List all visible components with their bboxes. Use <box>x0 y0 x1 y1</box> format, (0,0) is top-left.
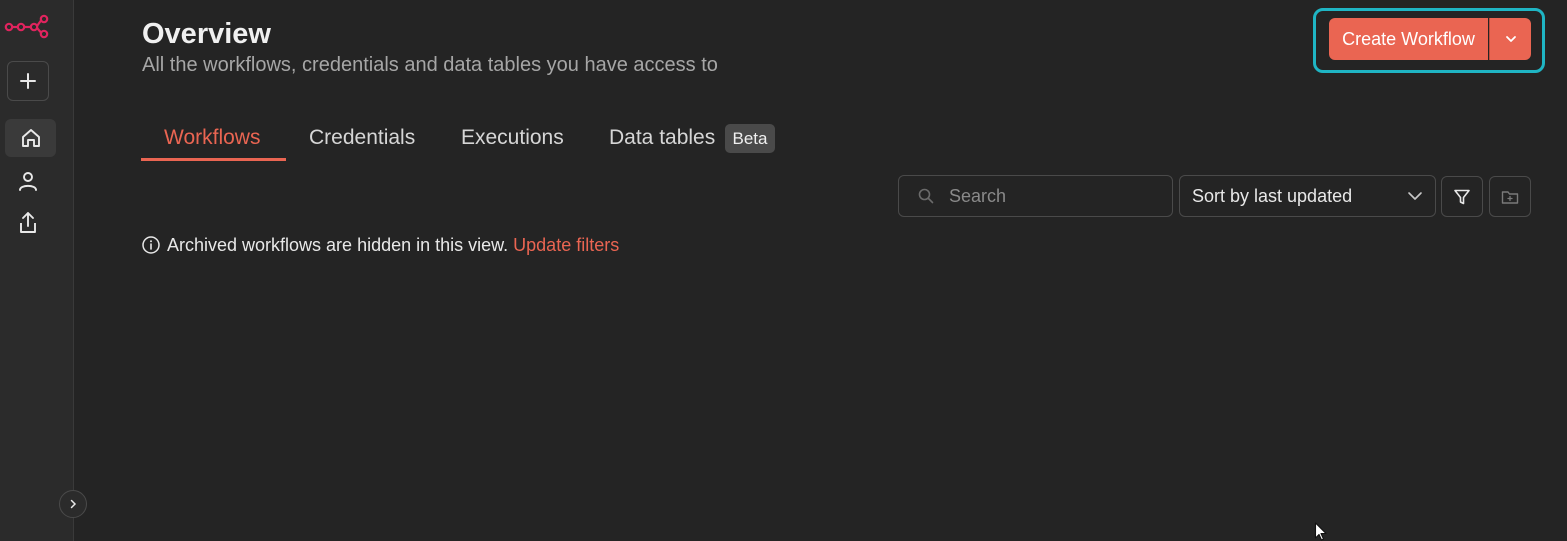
chevron-right-icon <box>70 499 77 509</box>
sidebar <box>0 0 87 541</box>
sidebar-item-personal[interactable] <box>2 162 53 200</box>
mouse-cursor-icon <box>1314 522 1328 541</box>
tab-executions[interactable]: Executions <box>461 126 564 162</box>
sidebar-collapse-button[interactable] <box>59 490 87 518</box>
chevron-down-icon <box>1505 36 1516 42</box>
sidebar-item-shared[interactable] <box>2 204 53 242</box>
tab-data-tables[interactable]: Data tables <box>609 126 715 162</box>
home-icon <box>21 129 40 147</box>
search-icon <box>917 187 935 205</box>
info-text: Archived workflows are hidden in this vi… <box>167 234 509 255</box>
sort-select[interactable]: Sort by last updated <box>1179 175 1436 217</box>
filter-button[interactable] <box>1441 176 1483 217</box>
share-icon <box>19 212 36 233</box>
page-title: Overview <box>142 18 271 50</box>
active-tab-indicator <box>141 158 286 161</box>
user-icon <box>18 172 37 191</box>
archived-info-message: Archived workflows are hidden in this vi… <box>141 233 619 257</box>
create-folder-button[interactable] <box>1489 176 1531 217</box>
info-icon <box>141 235 161 255</box>
add-button[interactable] <box>7 61 49 101</box>
n8n-logo-icon[interactable] <box>4 12 50 40</box>
update-filters-link[interactable]: Update filters <box>513 235 619 256</box>
tab-credentials[interactable]: Credentials <box>309 126 415 162</box>
plus-icon <box>20 73 36 89</box>
filter-icon <box>1454 189 1470 204</box>
folder-add-icon <box>1501 190 1519 204</box>
create-dropdown-button[interactable] <box>1489 18 1531 60</box>
app-root: Overview All the workflows, credentials … <box>0 0 1567 541</box>
create-workflow-button[interactable]: Create Workflow <box>1329 18 1488 60</box>
sort-select-value: Sort by last updated <box>1192 185 1353 206</box>
search-input[interactable] <box>949 185 1149 207</box>
search-field[interactable] <box>898 175 1173 217</box>
page-subtitle: All the workflows, credentials and data … <box>142 54 718 76</box>
sidebar-item-home[interactable] <box>5 119 56 157</box>
chevron-down-icon <box>1408 192 1422 200</box>
beta-badge: Beta <box>725 124 775 153</box>
tab-workflows[interactable]: Workflows <box>164 126 260 162</box>
